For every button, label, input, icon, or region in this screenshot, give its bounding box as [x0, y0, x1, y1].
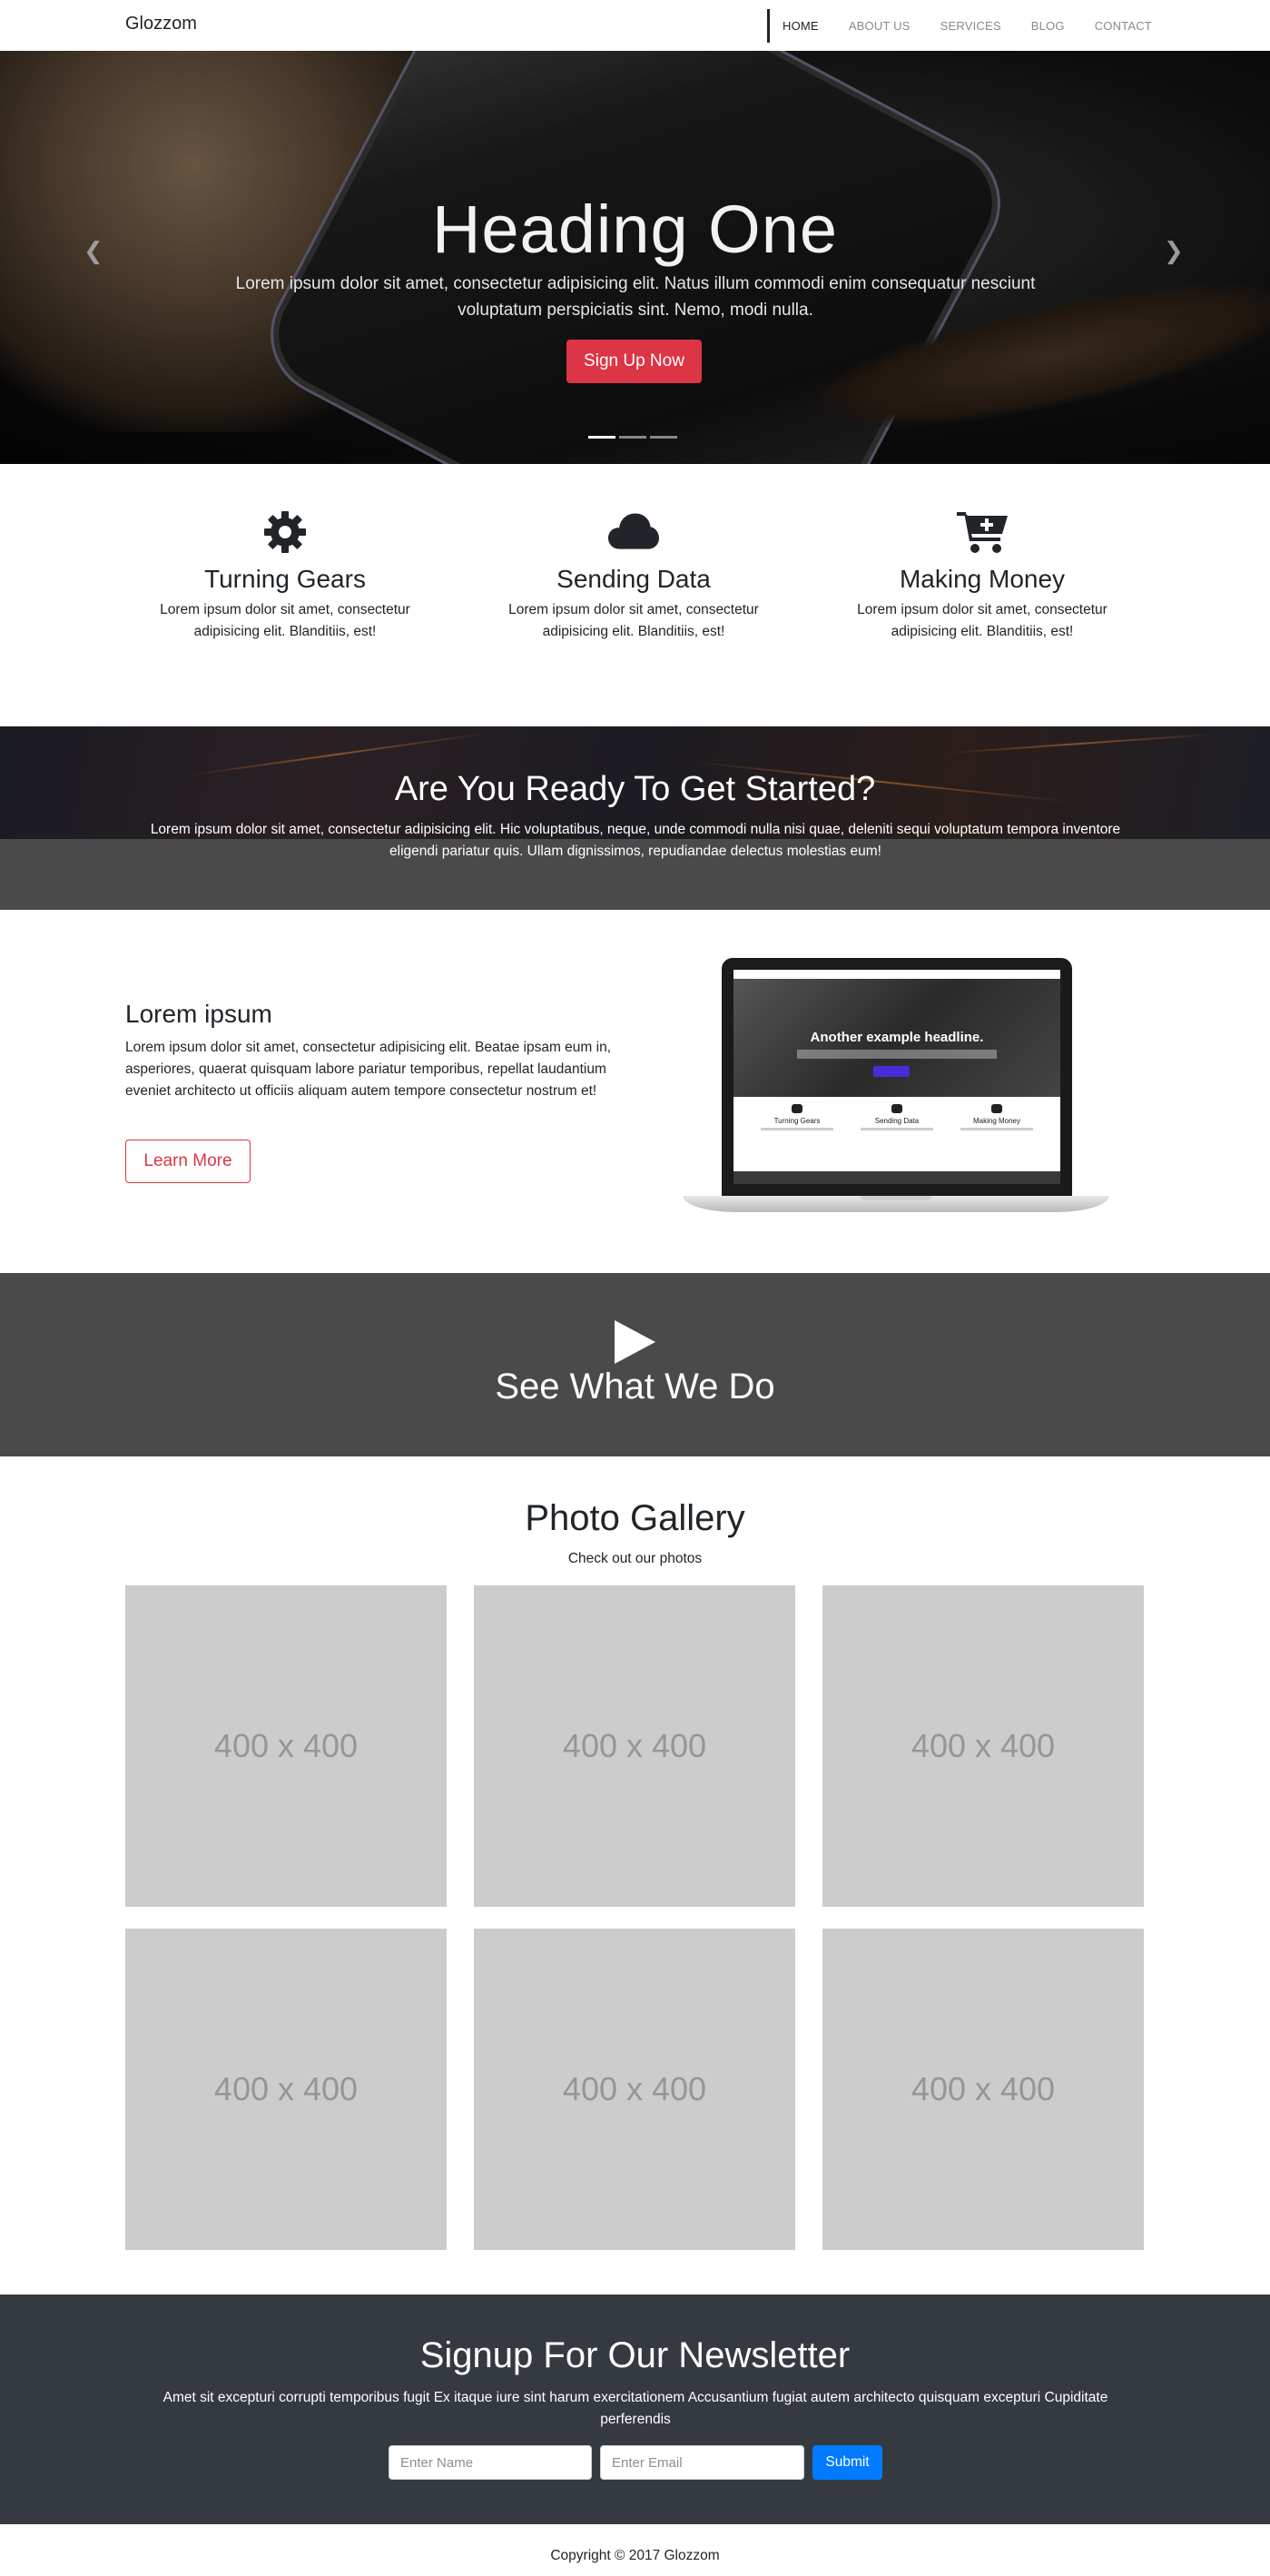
get-started-text: Lorem ipsum dolor sit amet, consectetur … [150, 822, 1121, 859]
carousel-indicators [588, 436, 677, 439]
screen-subtext [797, 1050, 997, 1059]
gallery-image[interactable]: 400 x 400 [474, 1585, 795, 1907]
screen-feature: Turning Gears [752, 1104, 842, 1130]
feature-turning-gears: Turning Gears Lorem ipsum dolor sit amet… [149, 510, 421, 643]
feature-title: Sending Data [556, 565, 711, 593]
laptop-image: Another example headline. Turning Gears … [683, 958, 1109, 1223]
nav-services[interactable]: SERVICES [940, 19, 1001, 33]
laptop-notch [861, 1196, 931, 1200]
screen-navbar [733, 970, 1060, 979]
screen-feature: Sending Data [852, 1104, 942, 1130]
newsletter-title: Signup For Our Newsletter [419, 2335, 851, 2375]
hero-title: Heading One [431, 192, 839, 267]
feature-text: Lorem ipsum dolor sit amet, consectetur … [160, 602, 410, 639]
play-icon[interactable] [615, 1320, 655, 1364]
feature-title: Making Money [899, 565, 1066, 593]
get-started-title: Are You Ready To Get Started? [394, 770, 876, 808]
brand-logo[interactable]: Glozzom [125, 14, 197, 35]
screen-strip [733, 1171, 1060, 1184]
screen-button [873, 1066, 910, 1077]
main-nav: HOME ABOUT US SERVICES BLOG CONTACT [783, 19, 1182, 33]
nav-divider [767, 9, 770, 43]
carousel-indicator-2[interactable] [619, 436, 646, 439]
copyright: Copyright © 2017 Glozzom [550, 2548, 720, 2563]
video-section: See What We Do [0, 1273, 1270, 1456]
carousel-indicator-3[interactable] [650, 436, 677, 439]
nav-blog[interactable]: BLOG [1031, 19, 1065, 33]
chevron-left-icon[interactable]: ❮ [84, 238, 103, 265]
learn-more-button[interactable]: Learn More [125, 1140, 251, 1183]
email-input[interactable] [600, 2445, 804, 2480]
feature-making-money: Making Money Lorem ipsum dolor sit amet,… [846, 510, 1118, 643]
cloud-icon [608, 513, 659, 549]
chevron-right-icon[interactable]: ❯ [1164, 238, 1184, 265]
cart-plus-icon [957, 512, 1008, 553]
newsletter-section: Signup For Our Newsletter Amet sit excep… [0, 2295, 1270, 2524]
gallery-image[interactable]: 400 x 400 [822, 1585, 1144, 1907]
gallery-image[interactable]: 400 x 400 [125, 1585, 447, 1907]
gear-icon [264, 511, 306, 553]
feature-sending-data: Sending Data Lorem ipsum dolor sit amet,… [497, 510, 770, 643]
laptop-lid: Another example headline. Turning Gears … [722, 958, 1072, 1196]
nav-contact[interactable]: CONTACT [1095, 19, 1152, 33]
video-title: See What We Do [495, 1367, 775, 1406]
feature-title: Turning Gears [204, 565, 366, 593]
laptop-screen: Another example headline. Turning Gears … [733, 970, 1060, 1184]
sign-up-button[interactable]: Sign Up Now [566, 340, 702, 383]
gallery-image[interactable]: 400 x 400 [474, 1929, 795, 2250]
info-text: Lorem ipsum dolor sit amet, consectetur … [125, 1040, 611, 1099]
info-title: Lorem ipsum [125, 1000, 272, 1028]
screen-hero: Another example headline. [733, 979, 1060, 1097]
screen-feature: Making Money [951, 1104, 1042, 1130]
hero-text: Lorem ipsum dolor sit amet, consectetur … [235, 274, 1036, 320]
screen-headline: Another example headline. [810, 1030, 984, 1045]
feature-text: Lorem ipsum dolor sit amet, consectetur … [508, 602, 759, 639]
get-started-section: Are You Ready To Get Started? Lorem ipsu… [0, 726, 1270, 910]
newsletter-text: Amet sit excepturi corrupti temporibus f… [162, 2390, 1108, 2427]
nav-home[interactable]: HOME [783, 19, 819, 33]
feature-text: Lorem ipsum dolor sit amet, consectetur … [857, 602, 1108, 639]
navbar: Glozzom HOME ABOUT US SERVICES BLOG CONT… [0, 0, 1270, 51]
carousel-indicator-1[interactable] [588, 436, 615, 439]
gallery-image[interactable]: 400 x 400 [822, 1929, 1144, 2250]
gallery-subtitle: Check out our photos [567, 1551, 703, 1566]
gallery-title: Photo Gallery [525, 1498, 745, 1538]
nav-about-us[interactable]: ABOUT US [849, 19, 911, 33]
submit-button[interactable]: Submit [812, 2445, 882, 2480]
name-input[interactable] [389, 2445, 592, 2480]
hero-carousel: Heading One Lorem ipsum dolor sit amet, … [0, 51, 1270, 464]
gallery-image[interactable]: 400 x 400 [125, 1929, 447, 2250]
